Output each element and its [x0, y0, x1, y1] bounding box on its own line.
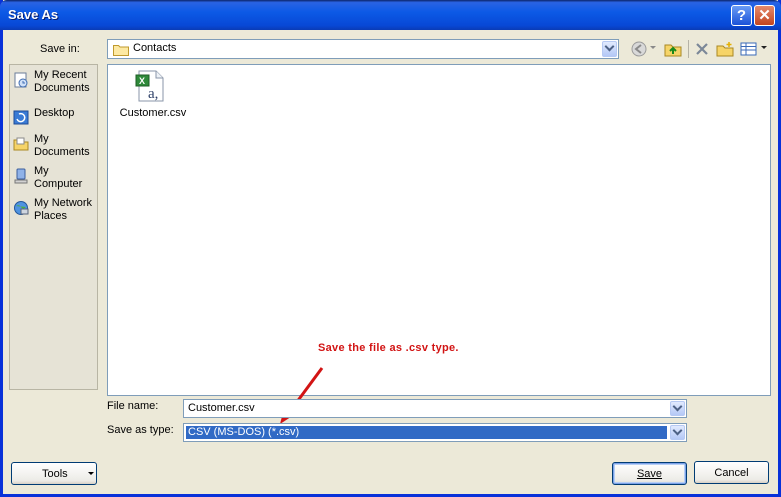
tools-button[interactable]: Tools — [11, 462, 97, 485]
toolbar-separator — [688, 40, 689, 58]
file-name-input[interactable]: Customer.csv — [183, 399, 687, 418]
save-in-value: Contacts — [133, 42, 177, 54]
place-label: Desktop — [34, 107, 75, 119]
place-label: My Recent Documents — [34, 69, 90, 94]
excel-csv-file-icon: X a, — [135, 70, 164, 102]
save-as-type-value: CSV (MS-DOS) (*.csv) — [188, 426, 300, 438]
views-dropdown-icon[interactable] — [761, 46, 767, 50]
place-label: My Computer — [34, 165, 83, 190]
save-button[interactable]: Save — [612, 462, 687, 485]
annotation-text: Save the file as .csv type. — [318, 342, 459, 354]
save-as-type-dropdown[interactable]: CSV (MS-DOS) (*.csv) — [183, 423, 687, 442]
close-button[interactable]: ✕ — [754, 5, 775, 26]
window-title: Save As — [8, 7, 59, 22]
svg-text:a,: a, — [148, 86, 158, 102]
close-icon: ✕ — [758, 7, 771, 24]
tools-dropdown-icon — [88, 472, 94, 475]
file-name-label: Customer.csv — [119, 107, 187, 119]
my-documents-icon — [13, 137, 29, 151]
place-label: My Network Places — [34, 197, 93, 222]
help-icon: ? — [736, 7, 747, 24]
new-folder-icon[interactable] — [716, 41, 734, 57]
views-icon[interactable] — [740, 41, 758, 57]
back-icon[interactable] — [631, 41, 647, 57]
file-name-label-text: File name: — [107, 400, 159, 412]
save-in-dropdown-arrow[interactable] — [602, 41, 617, 57]
title-bar[interactable]: Save As ? ✕ — [0, 0, 781, 30]
recent-documents-icon — [14, 72, 28, 88]
delete-icon[interactable] — [694, 41, 710, 57]
network-places-icon — [14, 201, 29, 215]
file-name-value: Customer.csv — [188, 402, 255, 414]
tools-button-label: Tools — [42, 468, 68, 480]
cancel-button-label: Cancel — [714, 467, 749, 479]
my-computer-icon — [14, 168, 28, 184]
save-button-label: Save — [636, 468, 663, 480]
svg-text:X: X — [139, 76, 145, 86]
up-one-level-icon[interactable] — [664, 41, 682, 57]
desktop-icon — [13, 110, 29, 125]
place-label: My Documents — [34, 133, 90, 158]
save-in-label: Save in: — [40, 43, 80, 55]
save-in-dropdown[interactable]: Contacts — [107, 39, 619, 59]
save-as-type-dropdown-arrow[interactable] — [670, 425, 685, 440]
file-name-dropdown-arrow[interactable] — [670, 401, 685, 416]
back-dropdown-icon[interactable] — [650, 46, 656, 50]
folder-icon — [113, 45, 129, 56]
cancel-button[interactable]: Cancel — [694, 461, 769, 484]
places-bar: My Recent Documents Desktop My Documents… — [9, 64, 98, 390]
help-button[interactable]: ? — [731, 5, 752, 26]
save-as-type-label: Save as type: — [107, 424, 174, 436]
